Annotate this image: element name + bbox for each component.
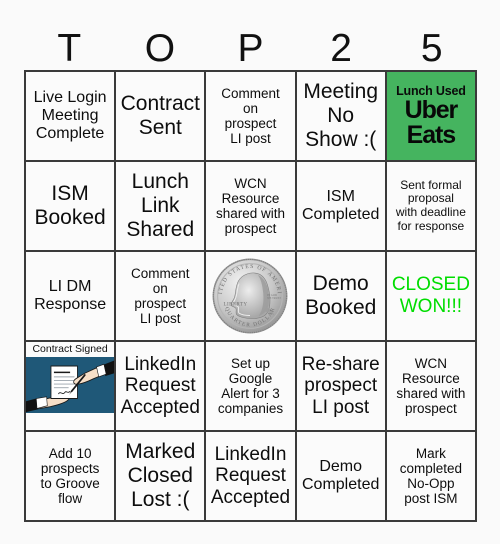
cell-ism-booked[interactable]: ISM Booked (26, 162, 117, 252)
cell-wcn-resource-shared-with-prospect-2[interactable]: WCN Resource shared with prospect (386, 342, 477, 432)
cell-demo-completed-label: Demo Completed (302, 457, 380, 493)
cell-linkedin-request-accepted-2[interactable]: LinkedIn Request Accepted (206, 432, 297, 522)
cell-re-share-prospect-li-post-label: Re-share prospect LI post (301, 353, 380, 418)
uber-eats-logo: Lunch Used Uber Eats (390, 85, 472, 148)
cell-contract-sent-label: Contract Sent (120, 92, 200, 139)
bingo-header-letter-0: T (57, 27, 82, 70)
bingo-grid: Live Login Meeting Complete Contract Sent… (24, 70, 477, 522)
bingo-header-letter-1: O (144, 27, 176, 70)
cell-meeting-no-show-label: Meeting No Show :( (303, 80, 379, 151)
cell-live-login-meeting-complete[interactable]: Live Login Meeting Complete (26, 72, 117, 162)
cell-mark-completed-no-opp-post-ism[interactable]: Mark completed No-Opp post ISM (386, 432, 477, 522)
cell-comment-on-prospect-li-post-2[interactable]: Comment on prospect LI post (116, 252, 207, 342)
cell-marked-closed-lost-label: Marked Closed Lost :( (125, 440, 196, 511)
cell-wcn-resource-shared-with-prospect-label: WCN Resource shared with prospect (215, 175, 286, 237)
cell-linkedin-request-accepted-2-label: LinkedIn Request Accepted (210, 443, 291, 508)
cell-ism-completed[interactable]: ISM Completed (296, 162, 387, 252)
bingo-header-letter-3: 2 (330, 27, 352, 70)
quarter-coin-icon: UNITED STATES OF AMERICAQUARTER DOLLARLI… (211, 257, 288, 334)
closed-won-label: CLOSED WON!!! (391, 274, 470, 317)
cell-marked-closed-lost[interactable]: Marked Closed Lost :( (116, 432, 207, 522)
cell-add-10-prospects-groove-flow[interactable]: Add 10 prospects to Groove flow (26, 432, 117, 522)
cell-live-login-meeting-complete-label: Live Login Meeting Complete (33, 88, 107, 143)
cell-wcn-resource-shared-with-prospect[interactable]: WCN Resource shared with prospect (206, 162, 297, 252)
bingo-header-letter-4: 5 (420, 27, 443, 70)
cell-meeting-no-show[interactable]: Meeting No Show :( (296, 72, 387, 162)
cell-set-up-google-alert-label: Set up Google Alert for 3 companies (217, 355, 284, 417)
cell-demo-booked-label: Demo Booked (305, 272, 377, 319)
cell-lunch-link-shared[interactable]: Lunch Link Shared (116, 162, 207, 252)
cell-contract-sent[interactable]: Contract Sent (116, 72, 207, 162)
cell-linkedin-request-accepted-label: LinkedIn Request Accepted (120, 353, 200, 418)
cell-li-dm-response-label: LI DM Response (34, 277, 107, 313)
cell-contract-signed[interactable]: Contract Signed (26, 342, 117, 432)
cell-comment-on-prospect-li-post-2-label: Comment on prospect LI post (131, 265, 190, 327)
cell-comment-on-prospect-li-post[interactable]: Comment on prospect LI post (206, 72, 297, 162)
quarter-coin-image: UNITED STATES OF AMERICAQUARTER DOLLARLI… (211, 257, 289, 335)
cell-add-10-prospects-groove-flow-label: Add 10 prospects to Groove flow (40, 445, 100, 507)
cell-re-share-prospect-li-post[interactable]: Re-share prospect LI post (296, 342, 387, 432)
cell-mark-completed-no-opp-post-ism-label: Mark completed No-Opp post ISM (399, 445, 463, 507)
cell-comment-on-prospect-li-post-label: Comment on prospect LI post (221, 85, 280, 147)
bingo-header-row: T O P 2 5 (24, 14, 477, 70)
cell-demo-completed[interactable]: Demo Completed (296, 432, 387, 522)
uber-wordmark: Uber (404, 96, 459, 125)
cell-demo-booked[interactable]: Demo Booked (296, 252, 387, 342)
cell-li-dm-response[interactable]: LI DM Response (26, 252, 117, 342)
svg-text:WE TRUST: WE TRUST (268, 297, 282, 300)
cell-closed-won[interactable]: CLOSED WON!!! (386, 252, 477, 342)
cell-set-up-google-alert[interactable]: Set up Google Alert for 3 companies (206, 342, 297, 432)
cell-quarter-coin[interactable]: UNITED STATES OF AMERICAQUARTER DOLLARLI… (206, 252, 297, 342)
cell-lunch-used-uber-eats[interactable]: Lunch Used Uber Eats (386, 72, 477, 162)
contract-signed-caption: Contract Signed (26, 342, 115, 357)
cell-ism-completed-label: ISM Completed (302, 187, 380, 223)
svg-text:LIBERTY: LIBERTY (224, 301, 248, 307)
cell-ism-booked-label: ISM Booked (34, 182, 106, 229)
cell-wcn-resource-shared-with-prospect-2-label: WCN Resource shared with prospect (396, 355, 466, 417)
bingo-header-letter-2: P (237, 27, 264, 70)
eats-wordmark: Eats (406, 120, 457, 149)
cell-sent-formal-proposal[interactable]: Sent formal proposal with deadline for r… (386, 162, 477, 252)
cell-sent-formal-proposal-label: Sent formal proposal with deadline for r… (395, 177, 466, 233)
bingo-card: T O P 2 5 Live Login Meeting Complete Contrac… (0, 0, 500, 544)
cell-lunch-link-shared-label: Lunch Link Shared (126, 170, 195, 241)
cell-linkedin-request-accepted[interactable]: LinkedIn Request Accepted (116, 342, 207, 432)
contract-signing-illustration (26, 356, 115, 413)
